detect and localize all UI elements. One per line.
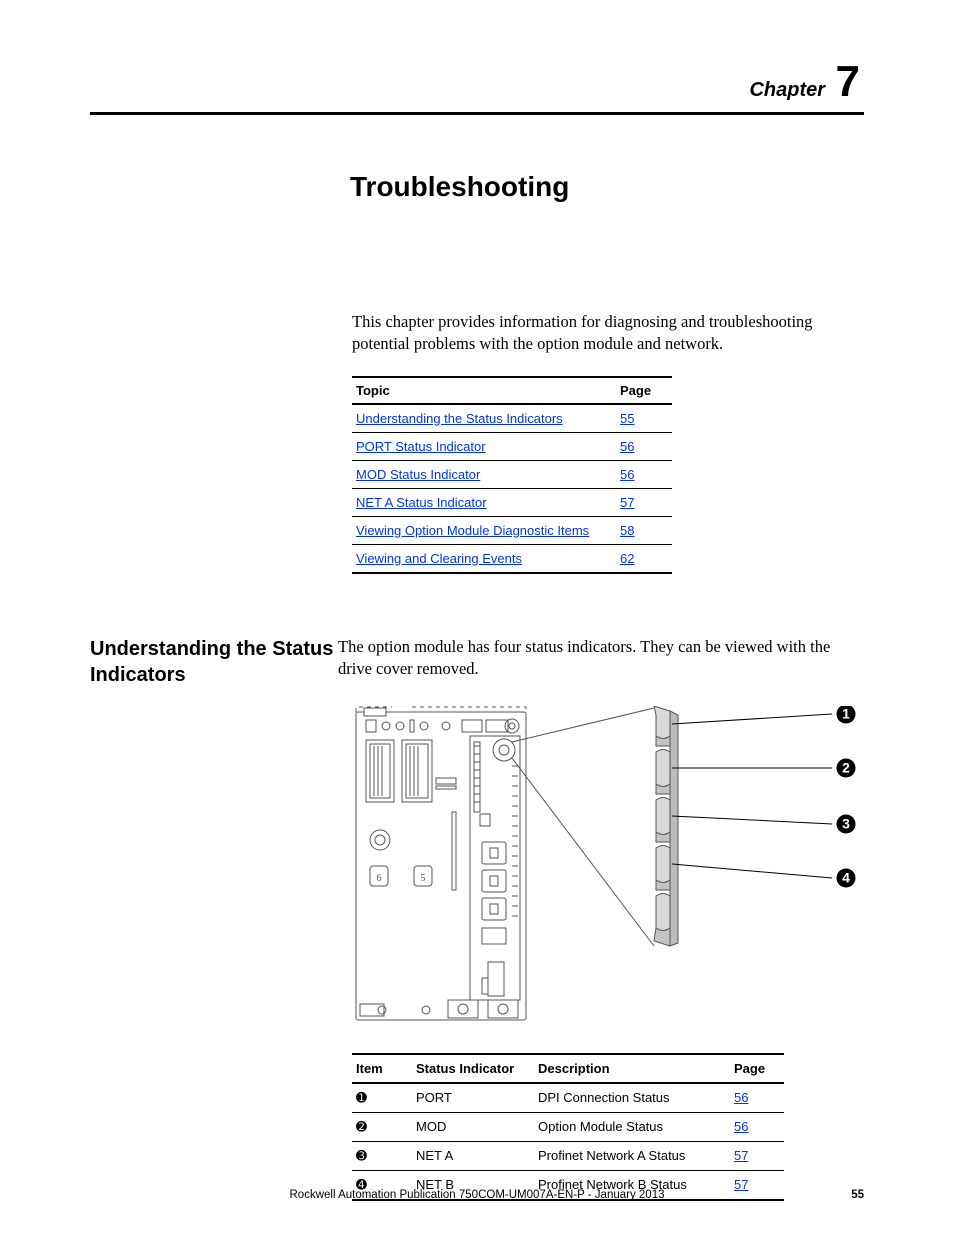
status-description: Profinet Network A Status	[534, 1141, 730, 1170]
page-link[interactable]: 55	[620, 411, 634, 426]
page-title: Troubleshooting	[350, 171, 864, 203]
intro-paragraph: This chapter provides information for di…	[352, 311, 864, 356]
callout-2: 2	[842, 759, 850, 775]
status-row: ➋ MOD Option Module Status 56	[352, 1112, 784, 1141]
page-link[interactable]: 57	[734, 1148, 748, 1163]
page-link[interactable]: 57	[620, 495, 634, 510]
section-body-understanding: The option module has four status indica…	[338, 636, 864, 681]
svg-text:5: 5	[421, 873, 426, 884]
topic-row: PORT Status Indicator 56	[352, 432, 672, 460]
status-row: ➊ PORT DPI Connection Status 56	[352, 1083, 784, 1113]
status-description: Option Module Status	[534, 1112, 730, 1141]
footer-publication: Rockwell Automation Publication 750COM-U…	[120, 1189, 834, 1201]
status-description: DPI Connection Status	[534, 1083, 730, 1113]
divider-top	[90, 112, 864, 115]
status-indicator-table: Item Status Indicator Description Page ➊…	[352, 1053, 784, 1201]
page-link[interactable]: 58	[620, 523, 634, 538]
status-header-page: Page	[730, 1054, 784, 1083]
status-indicator-name: NET A	[412, 1141, 534, 1170]
page-link[interactable]: 56	[734, 1090, 748, 1105]
topic-row: NET A Status Indicator 57	[352, 488, 672, 516]
topic-row: MOD Status Indicator 56	[352, 460, 672, 488]
footer-page-number: 55	[834, 1189, 864, 1201]
status-header-desc: Description	[534, 1054, 730, 1083]
topic-link[interactable]: NET A Status Indicator	[356, 495, 487, 510]
topic-row: Viewing and Clearing Events 62	[352, 544, 672, 573]
page-link[interactable]: 62	[620, 551, 634, 566]
topic-link[interactable]: Viewing and Clearing Events	[356, 551, 522, 566]
chapter-label: Chapter	[749, 79, 825, 102]
status-row: ➌ NET A Profinet Network A Status 57	[352, 1141, 784, 1170]
status-header-item: Item	[352, 1054, 412, 1083]
status-header-si: Status Indicator	[412, 1054, 534, 1083]
topic-header-page: Page	[616, 377, 672, 404]
callout-1: 1	[842, 706, 850, 722]
svg-text:6: 6	[377, 873, 382, 884]
topic-row: Understanding the Status Indicators 55	[352, 404, 672, 433]
page-link[interactable]: 56	[734, 1119, 748, 1134]
status-item: ➋	[352, 1112, 412, 1141]
status-indicator-diagram: 6 5	[352, 706, 864, 1031]
topic-header-topic: Topic	[352, 377, 616, 404]
status-indicator-name: MOD	[412, 1112, 534, 1141]
page-link[interactable]: 56	[620, 439, 634, 454]
callout-4: 4	[842, 869, 850, 885]
chapter-header: Chapter 7	[90, 60, 864, 104]
section-heading-understanding: Understanding the Status Indicators	[90, 636, 338, 688]
footer: Rockwell Automation Publication 750COM-U…	[90, 1189, 864, 1201]
status-item: ➌	[352, 1141, 412, 1170]
page-link[interactable]: 56	[620, 467, 634, 482]
topic-link[interactable]: Understanding the Status Indicators	[356, 411, 563, 426]
topic-link[interactable]: MOD Status Indicator	[356, 467, 480, 482]
topic-link[interactable]: Viewing Option Module Diagnostic Items	[356, 523, 589, 538]
topic-table: Topic Page Understanding the Status Indi…	[352, 376, 672, 574]
chapter-number: 7	[836, 60, 860, 104]
topic-row: Viewing Option Module Diagnostic Items 5…	[352, 516, 672, 544]
callout-3: 3	[842, 815, 850, 831]
status-item: ➊	[352, 1083, 412, 1113]
status-indicator-name: PORT	[412, 1083, 534, 1113]
topic-link[interactable]: PORT Status Indicator	[356, 439, 486, 454]
